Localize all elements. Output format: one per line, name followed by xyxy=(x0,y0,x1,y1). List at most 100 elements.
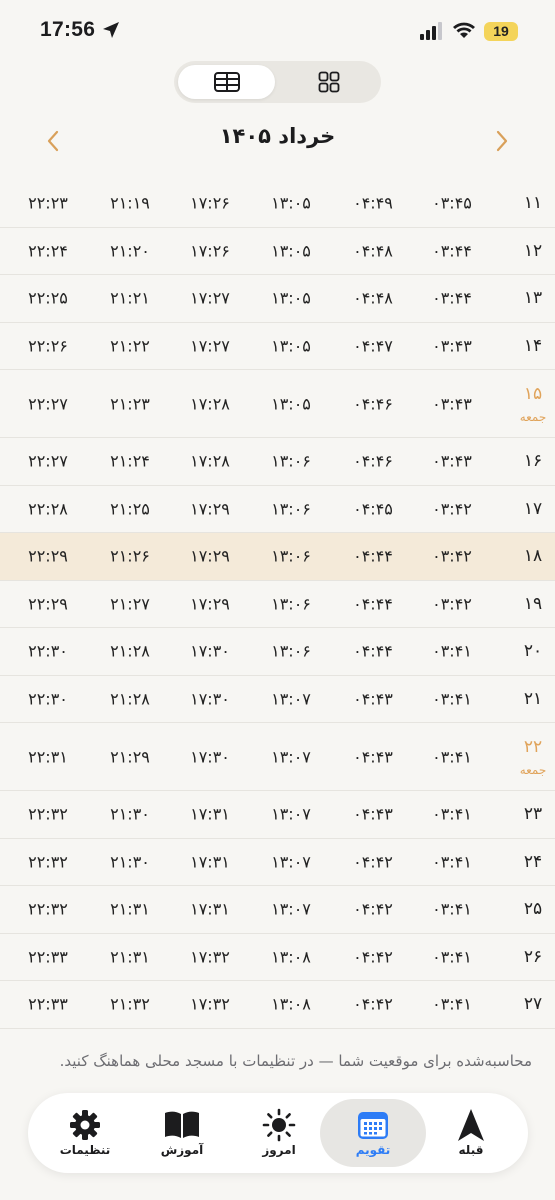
time-cell: ۱۳:۰۶ xyxy=(271,594,311,614)
time-cell: ۰۴:۴۲ xyxy=(353,852,393,872)
time-cell: ۱۷:۳۲ xyxy=(190,994,230,1014)
table-row: ۲۷ ۰۳:۴۱ ۰۴:۴۲ ۱۳:۰۸ ۱۷:۳۲ ۲۱:۳۲ ۲۲:۳۳ xyxy=(0,981,555,1029)
table-row: ۱۱ ۰۳:۴۵ ۰۴:۴۹ ۱۳:۰۵ ۱۷:۲۶ ۲۱:۱۹ ۲۲:۲۳ xyxy=(0,180,555,228)
day-cell: ۲۰ xyxy=(524,641,542,661)
view-table-button[interactable] xyxy=(178,65,275,99)
time-cell: ۱۷:۳۰ xyxy=(190,689,230,709)
table-row: ۱۷ ۰۳:۴۲ ۰۴:۴۵ ۱۳:۰۶ ۱۷:۲۹ ۲۱:۲۵ ۲۲:۲۸ xyxy=(0,486,555,533)
day-cell: ۲۵ xyxy=(524,899,542,919)
weekday-note: جمعه xyxy=(519,409,547,424)
time-cell: ۰۳:۴۳ xyxy=(432,394,472,413)
day-cell: ۲۳ xyxy=(524,804,542,824)
time-cell: ۱۳:۰۵ xyxy=(271,193,311,213)
table-row: ۱۹ ۰۳:۴۲ ۰۴:۴۴ ۱۳:۰۶ ۱۷:۲۹ ۲۱:۲۷ ۲۲:۲۹ xyxy=(0,581,555,628)
tab-calendar[interactable]: تقویم xyxy=(320,1099,426,1167)
time-cell: ۲۲:۳۲ xyxy=(28,804,68,824)
table-row: ۱۴ ۰۳:۴۳ ۰۴:۴۷ ۱۳:۰۵ ۱۷:۲۷ ۲۱:۲۲ ۲۲:۲۶ xyxy=(0,323,555,370)
time-cell: ۲۲:۲۸ xyxy=(28,499,68,519)
time-cell: ۲۱:۳۱ xyxy=(110,899,150,919)
time-cell: ۰۳:۴۱ xyxy=(432,747,472,766)
table-row: ۲۶ ۰۳:۴۱ ۰۴:۴۲ ۱۳:۰۸ ۱۷:۳۲ ۲۱:۳۱ ۲۲:۳۳ xyxy=(0,934,555,981)
table-row: ۲۳ ۰۳:۴۱ ۰۴:۴۳ ۱۳:۰۷ ۱۷:۳۱ ۲۱:۳۰ ۲۲:۳۲ xyxy=(0,791,555,839)
time-cell: ۱۳:۰۷ xyxy=(271,689,311,709)
day-number: ۱۷ xyxy=(523,498,543,519)
time-cell: ۲۱:۲۰ xyxy=(110,241,150,261)
table-row: ۱۲ ۰۳:۴۴ ۰۴:۴۸ ۱۳:۰۵ ۱۷:۲۶ ۲۱:۲۰ ۲۲:۲۴ xyxy=(0,228,555,275)
tab-learn-label: آموزش xyxy=(160,1143,204,1157)
tab-qibla[interactable]: قبله xyxy=(418,1099,524,1167)
time-cell: ۰۳:۴۱ xyxy=(432,852,472,872)
time-cell: ۱۳:۰۶ xyxy=(271,451,311,471)
tab-learn[interactable]: آموزش xyxy=(129,1099,235,1167)
time-cell: ۱۷:۲۷ xyxy=(190,288,230,308)
tab-today[interactable]: امروز xyxy=(226,1099,332,1167)
day-cell: ۲۴ xyxy=(524,852,542,872)
time-cell: ۲۲:۲۳ xyxy=(28,193,68,213)
day-cell: ۱۴ xyxy=(524,336,542,356)
time-cell: ۱۷:۳۱ xyxy=(190,852,230,872)
wifi-icon xyxy=(453,22,475,38)
time-cell: ۱۳:۰۸ xyxy=(271,947,311,967)
time-cell: ۲۱:۳۰ xyxy=(110,804,150,824)
time-cell: ۰۴:۴۳ xyxy=(353,747,393,766)
day-cell: ۱۱ xyxy=(524,193,542,213)
day-number: ۱۶ xyxy=(523,451,543,472)
time-cell: ۲۱:۳۱ xyxy=(110,947,150,967)
time-cell: ۰۴:۴۳ xyxy=(353,689,393,709)
day-cell: ۲۲ جمعه xyxy=(520,737,547,777)
day-cell: ۱۶ xyxy=(524,451,542,471)
time-cell: ۰۴:۴۲ xyxy=(353,899,393,919)
time-cell: ۰۳:۴۱ xyxy=(432,899,472,919)
day-number: ۲۰ xyxy=(523,641,543,662)
day-number: ۲۴ xyxy=(523,851,543,872)
time-cell: ۱۳:۰۸ xyxy=(271,994,311,1014)
time-cell: ۰۴:۴۶ xyxy=(353,394,393,413)
time-cell: ۲۱:۲۳ xyxy=(110,394,150,413)
time-cell: ۰۴:۴۳ xyxy=(353,804,393,824)
day-cell: ۲۱ xyxy=(524,689,542,709)
next-month-button[interactable] xyxy=(487,126,517,156)
time-cell: ۰۳:۴۲ xyxy=(432,546,472,566)
time-cell: ۰۳:۴۱ xyxy=(432,641,472,661)
view-grid-button[interactable] xyxy=(280,65,377,99)
time-cell: ۲۱:۱۹ xyxy=(110,193,150,213)
time-cell: ۲۱:۳۲ xyxy=(110,994,150,1014)
time-cell: ۰۴:۴۷ xyxy=(353,336,393,356)
time-cell: ۲۱:۲۴ xyxy=(110,451,150,471)
time-cell: ۲۱:۲۹ xyxy=(110,747,150,766)
time-cell: ۰۳:۴۱ xyxy=(432,994,472,1014)
tab-settings-label: تنظیمات xyxy=(59,1143,111,1157)
time-cell: ۰۴:۴۴ xyxy=(353,641,393,661)
compass-arrow-icon xyxy=(458,1109,484,1141)
time-cell: ۱۳:۰۶ xyxy=(271,499,311,519)
day-number: ۲۶ xyxy=(523,946,543,967)
time-cell: ۰۴:۴۲ xyxy=(353,947,393,967)
footnote: محاسبه‌شده برای موقعیت شما — در تنظیمات … xyxy=(59,1052,532,1070)
time-cell: ۱۷:۳۲ xyxy=(190,947,230,967)
time-cell: ۰۴:۴۵ xyxy=(353,499,393,519)
sun-icon xyxy=(262,1108,296,1142)
gear-icon xyxy=(70,1110,100,1140)
location-arrow-icon xyxy=(103,22,119,38)
time-cell: ۲۱:۲۸ xyxy=(110,689,150,709)
time-cell: ۲۱:۲۱ xyxy=(110,288,150,308)
day-number: ۱۹ xyxy=(523,593,543,614)
tab-qibla-label: قبله xyxy=(458,1143,484,1157)
time-cell: ۱۳:۰۵ xyxy=(271,241,311,261)
battery-indicator: 19 xyxy=(484,22,518,41)
time-cell: ۰۴:۴۶ xyxy=(353,451,393,471)
day-number: ۱۲ xyxy=(523,240,543,261)
time-cell: ۱۷:۳۰ xyxy=(190,641,230,661)
time-cell: ۲۲:۳۲ xyxy=(28,899,68,919)
time-cell: ۱۳:۰۵ xyxy=(271,288,311,308)
time-cell: ۰۳:۴۲ xyxy=(432,594,472,614)
time-cell: ۱۷:۳۱ xyxy=(190,899,230,919)
time-cell: ۰۴:۴۹ xyxy=(353,193,393,213)
time-cell: ۲۲:۳۳ xyxy=(28,947,68,967)
tab-settings[interactable]: تنظیمات xyxy=(32,1099,138,1167)
time-cell: ۱۳:۰۷ xyxy=(271,899,311,919)
status-bar: 17:56 19 xyxy=(0,0,555,62)
day-number: ۲۲ xyxy=(523,736,543,757)
time-cell: ۱۳:۰۶ xyxy=(271,641,311,661)
time-cell: ۲۱:۲۵ xyxy=(110,499,150,519)
